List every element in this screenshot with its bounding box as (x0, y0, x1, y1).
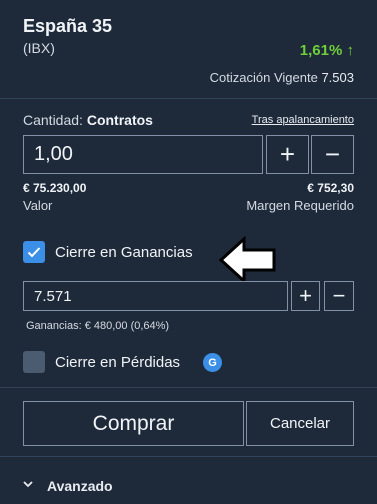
quantity-label: Cantidad: Contratos (23, 112, 153, 128)
quantity-input[interactable]: 1,00 (23, 135, 263, 174)
divider (0, 98, 377, 99)
leverage-link[interactable]: Tras apalancamiento (252, 114, 354, 126)
quantity-unit: Contratos (86, 112, 153, 128)
divider (0, 456, 377, 457)
chevron-down-icon (23, 481, 33, 488)
value-amount: € 75.230,00 (23, 181, 87, 195)
left-arrow-icon (218, 236, 276, 284)
quote-value: 7.503 (321, 70, 354, 85)
quantity-label-prefix: Cantidad: (23, 112, 83, 128)
advanced-label[interactable]: Avanzado (47, 478, 113, 494)
value-label: Valor (23, 198, 53, 213)
instrument-name: España 35 (23, 16, 113, 36)
take-profit-increase-button[interactable]: + (291, 281, 320, 311)
quantity-increase-button[interactable]: + (266, 135, 309, 174)
price-change: 1,61% ↑ (299, 42, 354, 59)
take-profit-gain: Ganancias: € 480,00 (0,64%) (26, 320, 170, 332)
stop-loss-label[interactable]: Cierre en Pérdidas (55, 354, 180, 371)
take-profit-decrease-button[interactable]: − (324, 281, 354, 311)
buy-button[interactable]: Comprar (23, 401, 244, 446)
instrument-code: (IBX) (23, 40, 55, 56)
quantity-decrease-button[interactable]: − (311, 135, 354, 174)
margin-label: Margen Requerido (246, 198, 354, 213)
margin-amount: € 752,30 (307, 181, 354, 195)
cancel-button[interactable]: Cancelar (246, 401, 354, 446)
take-profit-label[interactable]: Cierre en Ganancias (55, 244, 193, 261)
take-profit-input[interactable]: 7.571 (23, 281, 288, 311)
current-quote: Cotización Vigente 7.503 (210, 70, 354, 85)
checkmark-icon (27, 247, 41, 258)
stop-loss-checkbox[interactable] (23, 351, 45, 373)
divider (0, 387, 377, 388)
quote-label: Cotización Vigente (209, 70, 318, 85)
guaranteed-badge[interactable]: G (203, 353, 222, 372)
take-profit-checkbox[interactable] (23, 241, 45, 263)
